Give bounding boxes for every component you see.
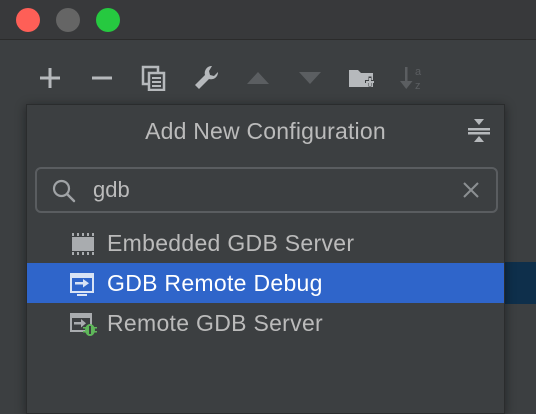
title-bar [0, 0, 536, 40]
list-item-label: GDB Remote Debug [107, 270, 323, 296]
list-item-label: Embedded GDB Server [107, 230, 355, 256]
svg-text:z: z [415, 80, 421, 92]
folder-add-icon [349, 70, 375, 87]
add-configuration-button[interactable] [34, 62, 66, 94]
collapse-all-button[interactable] [464, 115, 494, 145]
configurations-toolbar: a z [0, 40, 536, 104]
plus-icon [40, 68, 60, 88]
list-item-gdb-remote-debug[interactable]: GDB Remote Debug [27, 263, 504, 303]
collapse-icon [468, 119, 490, 142]
wrench-icon [195, 65, 219, 89]
embedded-chip-icon [72, 233, 94, 255]
minimize-window-button[interactable] [56, 8, 80, 32]
svg-text:a: a [415, 66, 422, 78]
sort-alphabetically-button[interactable]: a z [398, 62, 430, 94]
move-up-button[interactable] [242, 62, 274, 94]
popup-title: Add New Configuration [145, 117, 386, 144]
run-configurations-window: a z Add New Configuration gdb Embedded G… [0, 0, 536, 414]
move-down-button[interactable] [294, 62, 326, 94]
list-item-embedded-gdb-server[interactable]: Embedded GDB Server [27, 223, 504, 263]
clear-search-icon[interactable] [460, 179, 482, 201]
remove-configuration-button[interactable] [86, 62, 118, 94]
remote-debug-icon [70, 273, 94, 296]
new-folder-button[interactable] [346, 62, 378, 94]
configuration-details-panel [504, 104, 536, 414]
configuration-type-list: Embedded GDB Server GDB Remote Debug Rem… [27, 223, 504, 343]
search-input[interactable] [93, 175, 453, 205]
maximize-window-button[interactable] [96, 8, 120, 32]
sort-alpha-icon: a z [400, 66, 422, 92]
selected-tree-row-fragment [504, 262, 536, 304]
minus-icon [92, 76, 112, 80]
edit-templates-button[interactable] [190, 62, 222, 94]
list-item-remote-gdb-server[interactable]: Remote GDB Server [27, 303, 504, 343]
arrow-up-icon [247, 72, 269, 84]
search-icon [52, 179, 76, 203]
arrow-down-icon [299, 72, 321, 84]
search-box [35, 167, 498, 213]
copy-configuration-button[interactable] [138, 62, 170, 94]
list-item-label: Remote GDB Server [107, 310, 323, 336]
copy-icon [141, 65, 166, 91]
close-window-button[interactable] [16, 8, 40, 32]
popup-header: Add New Configuration [27, 105, 504, 157]
add-new-configuration-popup: Add New Configuration gdb Embedded GDB S… [26, 104, 505, 414]
remote-server-bug-icon [70, 313, 97, 336]
